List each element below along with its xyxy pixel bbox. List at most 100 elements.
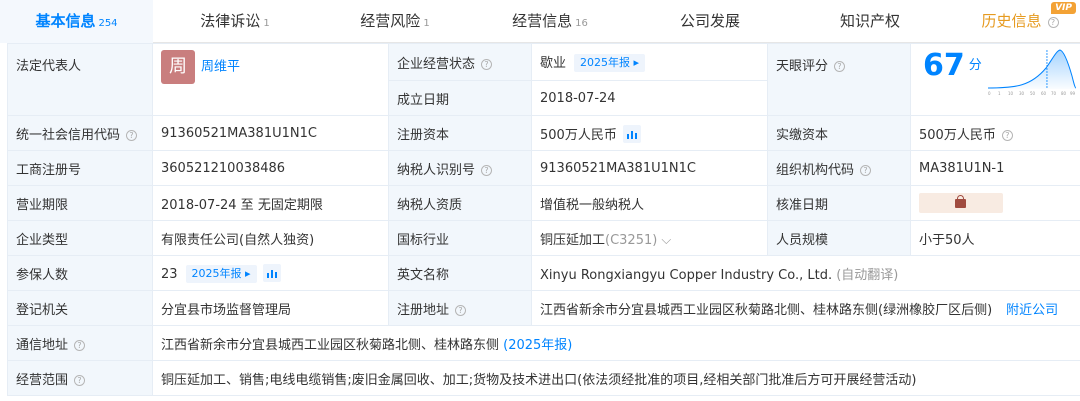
annual-report-badge[interactable]: 2025年报 ▸ xyxy=(185,264,257,283)
approve-date-cell xyxy=(910,185,1080,221)
reg-authority-label: 登记机关 xyxy=(7,290,153,326)
reg-capital-label: 注册资本 xyxy=(388,115,532,151)
table-row: 参保人数 23 2025年报 ▸ 英文名称 Xinyu Rongxiangyu C… xyxy=(7,255,1080,291)
tick-label: 0 xyxy=(988,91,991,96)
org-code-label-cell: 组织机构代码? xyxy=(767,150,911,186)
table-row: 经营范围? 铜压延加工、销售;电线电缆销售;废旧金属回收、加工;货物及技术进出口… xyxy=(7,360,1080,396)
tab-operation[interactable]: 经营信息 16 xyxy=(480,0,620,43)
reg-address-label-cell: 注册地址? xyxy=(388,290,532,326)
contact-address-label: 通信地址 xyxy=(16,337,69,353)
help-icon[interactable]: ? xyxy=(481,164,493,176)
annual-report-link[interactable]: (2025年报) xyxy=(503,338,572,353)
biz-reg-no-label: 工商注册号 xyxy=(7,150,153,186)
bar-chart-icon[interactable] xyxy=(622,124,641,143)
basic-info-table: 法定代表人 周周维平 企业经营状态? 歇业 2025年报 ▸ 天眼评分? 67 分 … xyxy=(7,43,1080,396)
tab-label: 历史信息 xyxy=(981,12,1042,30)
credit-code-label-cell: 统一社会信用代码? xyxy=(7,115,153,151)
help-icon[interactable]: ? xyxy=(834,61,846,72)
org-code-value: MA381U1N-1 xyxy=(910,150,1080,186)
table-row: 登记机关 分宜县市场监督管理局 注册地址? 江西省新余市分宜县城西工业园区秋菊路… xyxy=(7,290,1080,326)
vip-badge: VIP xyxy=(1051,2,1076,14)
insured-value: 23 xyxy=(161,266,178,282)
table-row: 通信地址? 江西省新余市分宜县城西工业园区秋菊路北侧、桂林路东侧 (2025年报… xyxy=(7,325,1080,361)
tax-qual-label: 纳税人资质 xyxy=(388,185,532,221)
tab-label: 经营风险 xyxy=(360,12,421,30)
reg-address-cell: 江西省新余市分宜县城西工业园区秋菊路北侧、桂林路东侧(绿洲橡胶厂区后侧) 附近公司 xyxy=(531,290,1080,326)
founded-label: 成立日期 xyxy=(388,80,532,116)
score-unit: 分 xyxy=(968,58,982,73)
reg-address-label: 注册地址 xyxy=(397,302,450,318)
tab-risk[interactable]: 经营风险 1 xyxy=(325,0,465,43)
reg-address-value: 江西省新余市分宜县城西工业园区秋菊路北侧、桂林路东侧(绿洲橡胶厂区后侧) xyxy=(540,302,993,318)
business-scope-label-cell: 经营范围? xyxy=(7,360,153,396)
tick-label: 60 xyxy=(1041,91,1047,96)
tick-label: 1 xyxy=(998,91,1001,96)
annual-report-badge[interactable]: 2025年报 ▸ xyxy=(574,54,646,72)
tab-count: 16 xyxy=(575,18,588,29)
tick-label: 99 xyxy=(1070,91,1076,96)
paid-capital-label: 实缴资本 xyxy=(767,115,911,151)
distribution-area xyxy=(988,50,1076,89)
industry-value: 铜压延加工 xyxy=(540,232,606,248)
help-icon[interactable]: ? xyxy=(455,304,467,316)
help-icon[interactable]: ? xyxy=(1001,129,1013,141)
staff-size-value: 小于50人 xyxy=(910,220,1080,256)
help-icon[interactable]: ? xyxy=(74,374,86,386)
legal-rep-name-link[interactable]: 周维平 xyxy=(201,60,240,75)
badge-label: 2025年报 xyxy=(580,56,631,69)
tab-count: 1 xyxy=(263,18,270,29)
paid-capital-value: 500万人民币 xyxy=(919,127,996,143)
tick-label: 70 xyxy=(1051,91,1057,96)
insured-label: 参保人数 xyxy=(7,255,153,291)
contact-address-cell: 江西省新余市分宜县城西工业园区秋菊路北侧、桂林路东侧 (2025年报) xyxy=(152,325,1080,361)
company-type-value: 有限责任公司(自然人独资) xyxy=(152,220,389,256)
tianyan-score-cell[interactable]: 67 分 0 1 10 30 50 60 70 80 99 xyxy=(910,43,1080,116)
tab-label: 知识产权 xyxy=(839,12,900,30)
term-label: 营业期限 xyxy=(7,185,153,221)
help-icon[interactable]: ? xyxy=(126,129,138,141)
nearby-companies-link[interactable]: 附近公司 xyxy=(1006,303,1058,318)
tianyan-score: 67 xyxy=(923,48,965,83)
insured-cell: 23 2025年报 ▸ xyxy=(152,255,389,291)
tab-legal[interactable]: 法律诉讼 1 xyxy=(165,0,305,43)
legal-rep-label: 法定代表人 xyxy=(7,43,153,116)
english-name-value: Xinyu Rongxiangyu Copper Industry Co., L… xyxy=(540,267,833,283)
tab-basic-info[interactable]: 基本信息 254 xyxy=(0,0,153,43)
term-value: 2018-07-24 至 无固定期限 xyxy=(152,185,389,221)
lock-icon xyxy=(955,195,966,208)
badge-label: 2025年报 xyxy=(191,266,242,280)
taxpayer-id-label-cell: 纳税人识别号? xyxy=(388,150,532,186)
locked-value-box[interactable] xyxy=(919,193,1003,213)
tianyan-label: 天眼评分 xyxy=(776,59,829,74)
industry-cell[interactable]: 铜压延加工(C3251) ⌵ xyxy=(531,220,768,256)
chevron-down-icon[interactable]: ⌵ xyxy=(661,233,671,248)
taxpayer-id-label: 纳税人识别号 xyxy=(397,162,476,178)
table-row: 企业类型 有限责任公司(自然人独资) 国标行业 铜压延加工(C3251) ⌵ 人员… xyxy=(7,220,1080,256)
tab-label: 基本信息 xyxy=(35,12,96,30)
help-icon[interactable]: ? xyxy=(481,58,493,70)
help-icon[interactable]: ? xyxy=(860,164,872,176)
credit-code-label: 统一社会信用代码 xyxy=(16,127,121,143)
bar-chart-icon[interactable] xyxy=(262,263,281,282)
business-scope-label: 经营范围 xyxy=(16,372,69,388)
status-value: 歇业 xyxy=(540,56,567,71)
tab-label: 经营信息 xyxy=(512,12,573,30)
tick-label: 10 xyxy=(1008,91,1014,96)
tab-count: 254 xyxy=(98,18,118,29)
credit-code-value: 91360521MA381U1N1C xyxy=(152,115,389,151)
biz-reg-no-value: 360521210038486 xyxy=(152,150,389,186)
table-row: 营业期限 2018-07-24 至 无固定期限 纳税人资质 增值税一般纳税人 核… xyxy=(7,185,1080,221)
contact-address-value: 江西省新余市分宜县城西工业园区秋菊路北侧、桂林路东侧 xyxy=(161,337,500,353)
taxpayer-id-value: 91360521MA381U1N1C xyxy=(531,150,768,186)
reg-capital-cell: 500万人民币 xyxy=(531,115,768,151)
tab-ip[interactable]: 知识产权 xyxy=(800,0,940,43)
business-scope-value: 铜压延加工、销售;电线电缆销售;废旧金属回收、加工;货物及技术进出口(依法须经批… xyxy=(152,360,1080,396)
tab-history[interactable]: 历史信息? VIP xyxy=(960,0,1080,43)
help-icon[interactable]: ? xyxy=(1047,17,1059,28)
status-label-cell: 企业经营状态? xyxy=(388,43,532,81)
help-icon[interactable]: ? xyxy=(74,339,86,351)
tab-development[interactable]: 公司发展 xyxy=(640,0,780,43)
legal-rep-cell: 周周维平 xyxy=(152,43,389,116)
avatar: 周 xyxy=(161,50,195,84)
tick-label: 80 xyxy=(1061,91,1067,96)
